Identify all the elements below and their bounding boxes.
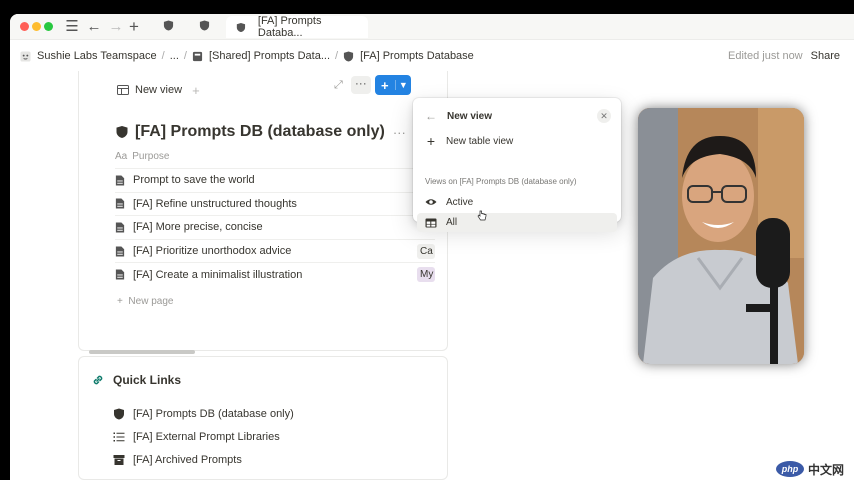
header-actions: Edited just now Share [728,41,840,71]
back-arrow-icon[interactable]: ← [425,109,437,123]
table-icon [117,85,129,95]
watermark-logo: php 中文网 [772,458,854,480]
add-view-icon[interactable]: + [192,83,200,98]
text-property-icon: Aa [115,151,128,162]
database-icon [116,126,128,138]
quick-link-item[interactable]: [FA] Prompts DB (database only) [113,402,294,425]
breadcrumb-separator: / [183,50,187,62]
page-icon [115,246,125,257]
page-icon [115,175,125,186]
table-row[interactable]: [FA] Create a minimalist illustration My [115,262,435,286]
database-icon [114,408,124,419]
view-item-active[interactable]: Active [417,192,617,212]
webcam-overlay [638,108,804,364]
page-icon [115,222,125,233]
close-icon[interactable]: ✕ [597,109,611,123]
breadcrumb-current[interactable]: [FA] Prompts Database [343,50,474,62]
title-more-icon[interactable]: ··· [393,125,406,140]
back-arrow-icon[interactable]: ← [84,17,104,37]
new-page-button[interactable]: + New page [117,296,173,307]
purpose-tag: My [417,267,435,283]
edited-status: Edited just now [728,50,803,62]
plus-icon: + [117,296,129,307]
maximize-window-button[interactable] [44,22,53,31]
quick-links-list: [FA] Prompts DB (database only) [FA] Ext… [113,402,294,471]
presenter-video-image [638,108,804,364]
pinned-tab-1[interactable] [158,17,178,37]
breadcrumb-teamspace[interactable]: Sushie Labs Teamspace [20,50,157,62]
watermark-text: 中文网 [808,462,845,477]
avatar-icon [20,50,31,62]
eye-icon [425,199,437,205]
breadcrumb-separator: / [335,50,339,62]
view-tab-new-view[interactable]: New view [135,84,182,96]
more-options-button[interactable]: ··· [350,76,371,94]
view-item-all[interactable]: All [417,213,617,232]
table-row[interactable]: [FA] Prioritize unorthodox advice Ca [115,238,435,263]
shield-icon [163,20,173,31]
quick-links-block: Quick Links [FA] Prompts DB (database on… [78,356,448,480]
quick-link-item[interactable]: [FA] Archived Prompts [113,448,294,471]
minimize-window-button[interactable] [32,22,41,31]
new-view-popover: ← New view ✕ + New table view Views on [… [413,98,621,232]
views-section-label: Views on [FA] Prompts DB (database only) [425,177,577,186]
database-title[interactable]: [FA] Prompts DB (database only) ··· [115,123,406,141]
table-row[interactable]: [FA] More precise, concise [115,215,435,239]
link-icon [93,375,103,385]
popover-title: New view [447,110,493,122]
shield-icon [343,50,354,62]
breadcrumb: Sushie Labs Teamspace / ... / [Shared] P… [10,41,854,71]
page-icon [115,198,125,209]
database-rows: Prompt to save the world [FA] Refine uns… [115,168,435,286]
sidebar-toggle-icon[interactable]: ☰ [62,17,82,37]
plus-icon: + [426,133,436,149]
new-table-view-button[interactable]: + New table view [417,131,617,151]
expand-icon[interactable]: ⤢ [334,79,343,92]
plus-icon: + [381,77,389,93]
quick-link-item[interactable]: [FA] External Prompt Libraries [113,425,294,448]
view-actions: ⤢ ··· + ▼ [334,75,411,95]
new-tab-icon[interactable]: + [124,17,144,37]
chevron-down-icon[interactable]: ▼ [394,80,411,90]
breadcrumb-separator: / [161,50,165,62]
table-row[interactable]: Prompt to save the world [115,168,435,192]
database-block: New view + ⤢ ··· + ▼ [FA] Prompts DB (da… [78,71,448,354]
horizontal-scrollbar[interactable] [89,350,195,354]
title-bar: ☰ ← → + [FA] Prompts Databa... [10,14,854,40]
page-icon [115,269,125,280]
php-logo: php [776,461,804,477]
archive-icon [113,454,125,465]
database-icon [192,51,203,61]
purpose-tag: Ca [417,243,435,259]
quick-links-heading: Quick Links [91,373,181,387]
table-icon [425,218,437,227]
list-icon [113,432,125,441]
forward-arrow-icon[interactable]: → [106,17,126,37]
new-item-button[interactable]: + ▼ [374,75,411,95]
tab-active[interactable]: [FA] Prompts Databa... [226,15,368,39]
shield-icon [236,22,246,32]
popover-header: ← New view ✕ [425,108,611,124]
close-window-button[interactable] [20,22,29,31]
table-row[interactable]: [FA] Refine unstructured thoughts [115,191,435,216]
breadcrumb-ellipsis[interactable]: ... [170,50,179,62]
column-header-purpose[interactable]: Aa Purpose [115,151,169,162]
breadcrumb-shared[interactable]: [Shared] Prompts Data... [192,50,330,62]
shield-icon [199,20,209,31]
hand-cursor-icon [477,210,487,221]
share-button[interactable]: Share [811,50,840,62]
tab-title: [FA] Prompts Databa... [257,15,322,39]
pinned-tab-2[interactable] [194,17,214,37]
